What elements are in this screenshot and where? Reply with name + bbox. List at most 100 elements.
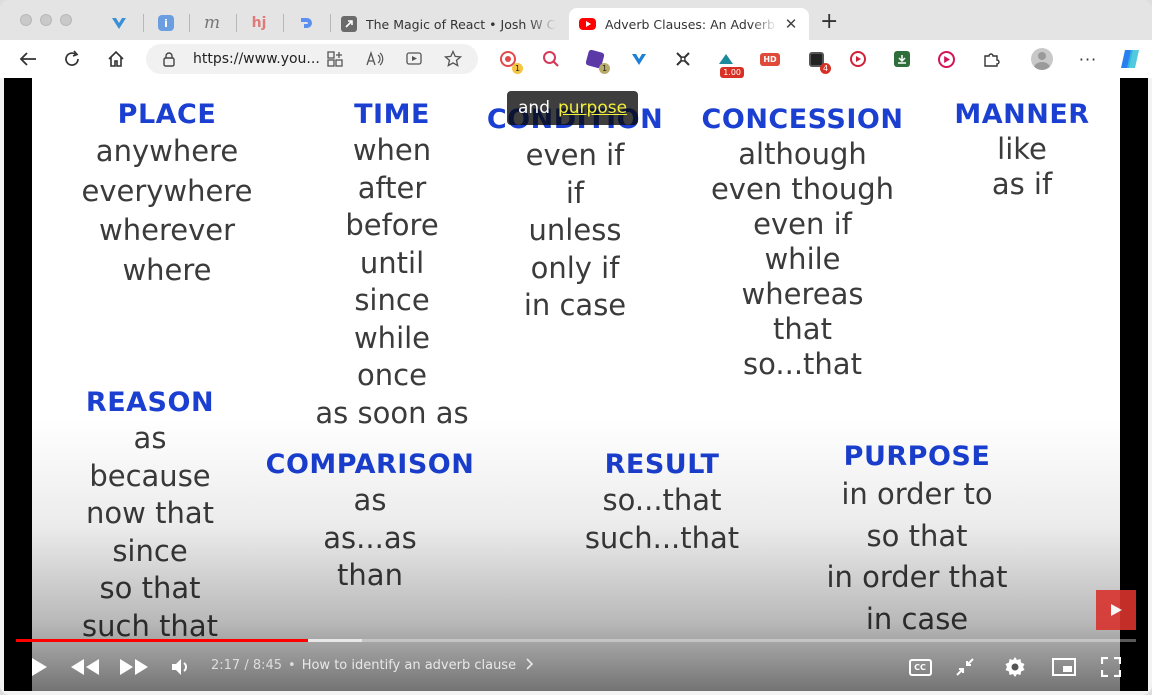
- list-item: because: [89, 458, 211, 493]
- vivaldi-extension-icon[interactable]: [629, 49, 649, 69]
- playback-speed-extension-icon[interactable]: 1.00: [716, 49, 744, 78]
- captions-button[interactable]: CC: [905, 653, 935, 681]
- extensions-puzzle-icon[interactable]: [981, 49, 1001, 69]
- group-reason: REASON as because now that since so that…: [65, 386, 235, 645]
- profile-avatar[interactable]: [1030, 47, 1054, 71]
- miniplayer-button[interactable]: [952, 653, 978, 681]
- mute-button[interactable]: [168, 653, 194, 681]
- back-button[interactable]: [14, 45, 42, 73]
- pinned-tab-info[interactable]: i: [155, 12, 177, 34]
- browser-window: i m hj The Magic of React • Josh W Comea…: [0, 0, 1152, 695]
- caption-highlighted-word: purpose: [557, 98, 628, 118]
- list-item: like: [997, 132, 1047, 166]
- list-item: as: [353, 483, 387, 517]
- address-bar[interactable]: https://www.you...: [146, 44, 478, 74]
- group-heading: TIME: [354, 99, 430, 130]
- home-icon: [108, 50, 124, 67]
- video-player[interactable]: PLACE anywhere everywhere wherever where…: [4, 78, 1148, 691]
- hd-extension-icon[interactable]: HD: [760, 49, 780, 69]
- chevron-right-icon[interactable]: [526, 658, 534, 670]
- gear-icon: [1005, 657, 1025, 677]
- tab-magic-of-react[interactable]: The Magic of React • Josh W Comeau: [331, 8, 567, 40]
- list-item: than: [337, 558, 403, 592]
- list-item: wherever: [99, 213, 235, 247]
- more-menu-icon[interactable]: ···: [1078, 49, 1098, 69]
- record-extension-icon[interactable]: 1: [498, 49, 523, 74]
- tab-strip: i m hj The Magic of React • Josh W Comea…: [0, 0, 1152, 44]
- cc-icon: CC: [908, 658, 932, 676]
- close-window-button[interactable]: [20, 14, 32, 26]
- search-extension-icon[interactable]: [541, 49, 561, 69]
- fullscreen-icon: [1101, 657, 1121, 677]
- list-item: until: [359, 245, 425, 280]
- list-item: anywhere: [95, 134, 239, 168]
- close-tab-icon[interactable]: ✕: [783, 15, 799, 33]
- list-item: as...as: [323, 520, 417, 555]
- reload-button[interactable]: [58, 45, 86, 73]
- list-item: since: [112, 533, 188, 568]
- list-item: in order to: [841, 477, 993, 511]
- group-heading: PURPOSE: [843, 441, 991, 472]
- tab-separator: [143, 14, 144, 32]
- tab-title: The Magic of React • Josh W Comeau: [366, 16, 557, 32]
- separator-dot: •: [288, 658, 296, 673]
- play-circle-extension-icon[interactable]: [936, 49, 956, 69]
- picture-in-picture-button[interactable]: [1050, 653, 1078, 681]
- subtitle-caption: and purpose: [507, 91, 639, 125]
- fullscreen-button[interactable]: [1098, 653, 1124, 681]
- tab-adverb-clauses[interactable]: Adverb Clauses: An Adverb Clause ✕: [569, 8, 809, 40]
- list-item: after: [357, 170, 427, 205]
- pinned-tab-d[interactable]: [295, 12, 317, 34]
- reload-icon: [65, 50, 79, 66]
- dark-extension-icon[interactable]: 4: [806, 49, 831, 74]
- tools-extension-icon[interactable]: [673, 49, 693, 69]
- play-button[interactable]: [26, 653, 52, 681]
- toolbar: https://www.you... 1 1 1.00 HD 4 ···: [0, 40, 1152, 78]
- youtube-watermark-icon[interactable]: [1096, 590, 1136, 630]
- lock-icon[interactable]: [162, 51, 176, 67]
- m-icon: m: [203, 13, 221, 33]
- chapter-title[interactable]: How to identify an adverb clause: [302, 658, 516, 673]
- list-item: as soon as: [315, 395, 469, 430]
- hj-icon: hj: [251, 15, 267, 31]
- list-item: so...that: [743, 347, 862, 381]
- group-manner: MANNER like as if: [937, 98, 1107, 202]
- favorite-star-icon[interactable]: [444, 50, 462, 68]
- progress-bar[interactable]: [16, 639, 1136, 642]
- list-item: if: [565, 175, 585, 210]
- list-item: everywhere: [81, 173, 253, 208]
- read-aloud-icon[interactable]: [366, 51, 384, 67]
- apps-icon[interactable]: [327, 51, 343, 67]
- tab-separator: [283, 14, 284, 32]
- list-item: such...that: [584, 520, 740, 555]
- zoom-window-button[interactable]: [60, 14, 72, 26]
- list-item: in case: [523, 288, 627, 322]
- pinned-tab-m[interactable]: m: [201, 12, 223, 34]
- rewind-button[interactable]: [68, 653, 102, 681]
- group-purpose: PURPOSE in order to so that in order tha…: [797, 440, 1037, 640]
- puzzle-purple-extension-icon[interactable]: 1: [585, 49, 610, 74]
- vivaldi-icon: [112, 18, 126, 29]
- new-tab-button[interactable]: +: [820, 11, 838, 33]
- list-item: although: [738, 137, 867, 171]
- download-extension-icon[interactable]: [892, 49, 912, 69]
- extension-badge: 1: [599, 63, 610, 74]
- fast-forward-icon: [120, 659, 148, 675]
- hd-label: HD: [760, 52, 780, 66]
- extension-badge: 4: [820, 63, 831, 74]
- minimize-window-button[interactable]: [40, 14, 52, 26]
- group-result: RESULT so...that such...that: [567, 448, 757, 557]
- tab-separator: [236, 14, 237, 32]
- pinned-tab-vivaldi[interactable]: [108, 12, 130, 34]
- group-condition: CONDITION even if if unless only if in c…: [480, 103, 670, 325]
- home-button[interactable]: [102, 45, 130, 73]
- url-text[interactable]: https://www.you...: [193, 51, 320, 67]
- pinned-tab-hj[interactable]: hj: [248, 12, 270, 34]
- video-player-icon[interactable]: [406, 51, 422, 67]
- d-icon: [301, 18, 312, 28]
- tab-separator: [189, 14, 190, 32]
- youtube-tool-extension-icon[interactable]: [848, 49, 868, 69]
- copilot-icon[interactable]: [1118, 47, 1142, 71]
- fast-forward-button[interactable]: [117, 653, 151, 681]
- settings-button[interactable]: [1002, 653, 1028, 681]
